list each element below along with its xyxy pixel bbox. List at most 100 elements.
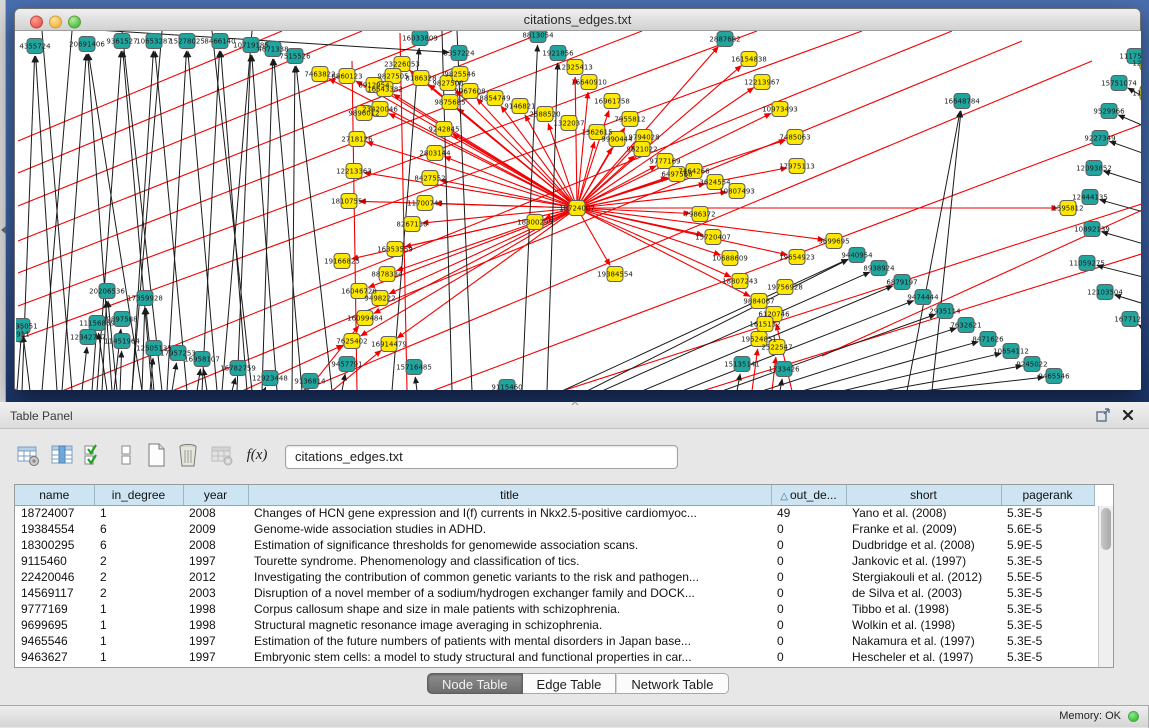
table-cell[interactable]: Structural magnetic resonance image aver… bbox=[248, 617, 771, 633]
table-cell[interactable]: 2012 bbox=[183, 569, 248, 585]
table-cell[interactable]: 2 bbox=[94, 553, 183, 569]
table-cell[interactable]: Disruption of a novel member of a sodium… bbox=[248, 585, 771, 601]
table-cell[interactable]: 5.3E-5 bbox=[1001, 553, 1094, 569]
table-row[interactable]: 946554611997Estimation of the future num… bbox=[15, 633, 1094, 649]
table-row[interactable]: 969969511998Structural magnetic resonanc… bbox=[15, 617, 1094, 633]
table-cell[interactable]: 1997 bbox=[183, 633, 248, 649]
memory-ok-indicator[interactable] bbox=[1128, 711, 1139, 722]
unselect-rows-button[interactable] bbox=[112, 441, 140, 469]
table-cell[interactable]: 6 bbox=[94, 521, 183, 537]
column-header-short[interactable]: short bbox=[846, 485, 1001, 505]
tab-edge-table[interactable]: Edge Table bbox=[523, 673, 617, 694]
table-cell[interactable]: 5.3E-5 bbox=[1001, 617, 1094, 633]
table-cell[interactable]: 9465546 bbox=[15, 633, 94, 649]
table-cell[interactable]: Hescheler et al. (1997) bbox=[846, 649, 1001, 665]
table-cell[interactable]: 5.6E-5 bbox=[1001, 521, 1094, 537]
table-cell[interactable]: Jankovic et al. (1997) bbox=[846, 553, 1001, 569]
panel-resize-handle-icon[interactable] bbox=[570, 401, 580, 407]
table-cell[interactable]: 1 bbox=[94, 617, 183, 633]
table-cell[interactable]: 0 bbox=[771, 617, 846, 633]
table-cell[interactable]: 18724007 bbox=[15, 505, 94, 521]
table-cell[interactable]: 0 bbox=[771, 633, 846, 649]
column-header-in-degree[interactable]: in_degree bbox=[94, 485, 183, 505]
table-row[interactable]: 911546021997Tourette syndrome. Phenomeno… bbox=[15, 553, 1094, 569]
table-cell[interactable]: 9699695 bbox=[15, 617, 94, 633]
function-builder-button[interactable]: f(x) bbox=[243, 441, 271, 469]
table-row[interactable]: 1830029562008Estimation of significance … bbox=[15, 537, 1094, 553]
table-cell[interactable]: 0 bbox=[771, 569, 846, 585]
table-cell[interactable]: Stergiakouli et al. (2012) bbox=[846, 569, 1001, 585]
table-settings-button[interactable] bbox=[14, 441, 42, 469]
table-cell[interactable]: 1 bbox=[94, 649, 183, 665]
table-cell[interactable]: 14569117 bbox=[15, 585, 94, 601]
select-all-rows-button[interactable] bbox=[80, 441, 108, 469]
table-cell[interactable]: Dudbridge et al. (2008) bbox=[846, 537, 1001, 553]
table-cell[interactable]: Estimation of the future numbers of pati… bbox=[248, 633, 771, 649]
table-cell[interactable]: de Silva et al. (2003) bbox=[846, 585, 1001, 601]
table-cell[interactable]: 2003 bbox=[183, 585, 248, 601]
table-row[interactable]: 1938455462009Genome-wide association stu… bbox=[15, 521, 1094, 537]
table-cell[interactable]: Embryonic stem cells: a model to study s… bbox=[248, 649, 771, 665]
table-cell[interactable]: 0 bbox=[771, 649, 846, 665]
table-selector-combobox[interactable]: citations_edges.txt bbox=[285, 445, 678, 469]
network-graph-svg[interactable]: 1872400718300295193845547463822886012389… bbox=[16, 31, 1141, 390]
table-cell[interactable]: 1997 bbox=[183, 649, 248, 665]
table-cell[interactable]: Tibbo et al. (1998) bbox=[846, 601, 1001, 617]
table-cell[interactable]: 2009 bbox=[183, 521, 248, 537]
window-titlebar[interactable]: citations_edges.txt bbox=[15, 9, 1140, 31]
network-canvas[interactable]: 1872400718300295193845547463822886012389… bbox=[16, 31, 1141, 390]
table-cell[interactable]: 9777169 bbox=[15, 601, 94, 617]
table-cell[interactable]: 6 bbox=[94, 537, 183, 553]
table-cell[interactable]: 5.3E-5 bbox=[1001, 649, 1094, 665]
table-cell[interactable]: Tourette syndrome. Phenomenology and cla… bbox=[248, 553, 771, 569]
table-cell[interactable]: 0 bbox=[771, 601, 846, 617]
table-cell[interactable]: 2 bbox=[94, 585, 183, 601]
table-cell[interactable]: 0 bbox=[771, 553, 846, 569]
column-header-year[interactable]: year bbox=[183, 485, 248, 505]
table-cell[interactable]: 0 bbox=[771, 521, 846, 537]
table-cell[interactable]: 22420046 bbox=[15, 569, 94, 585]
table-cell[interactable]: 1 bbox=[94, 601, 183, 617]
network-view-window[interactable]: citations_edges.txt 18724007183002951938… bbox=[14, 8, 1141, 390]
table-cell[interactable]: 0 bbox=[771, 585, 846, 601]
table-cell[interactable]: 1998 bbox=[183, 601, 248, 617]
column-header-title[interactable]: title bbox=[248, 485, 771, 505]
table-row[interactable]: 1456911722003Disruption of a novel membe… bbox=[15, 585, 1094, 601]
table-cell[interactable]: 1998 bbox=[183, 617, 248, 633]
column-header-pagerank[interactable]: pagerank bbox=[1001, 485, 1094, 505]
splitter-collapse-icon[interactable] bbox=[1, 226, 6, 234]
table-cell[interactable]: Estimation of significance thresholds fo… bbox=[248, 537, 771, 553]
table-cell[interactable]: 1997 bbox=[183, 553, 248, 569]
table-cell[interactable]: 2008 bbox=[183, 537, 248, 553]
close-panel-icon[interactable] bbox=[1121, 408, 1135, 422]
new-column-button[interactable] bbox=[142, 441, 170, 469]
table-cell[interactable]: Corpus callosum shape and size in male p… bbox=[248, 601, 771, 617]
table-cell[interactable]: 2008 bbox=[183, 505, 248, 521]
table-cell[interactable]: 18300295 bbox=[15, 537, 94, 553]
column-header-out-degree[interactable]: △out_de... bbox=[771, 485, 846, 505]
table-cell[interactable]: 1 bbox=[94, 505, 183, 521]
delete-table-button[interactable] bbox=[208, 441, 236, 469]
table-cell[interactable]: 49 bbox=[771, 505, 846, 521]
table-cell[interactable]: 0 bbox=[771, 537, 846, 553]
table-cell[interactable]: 5.3E-5 bbox=[1001, 505, 1094, 521]
table-cell[interactable]: Franke et al. (2009) bbox=[846, 521, 1001, 537]
table-cell[interactable]: 19384554 bbox=[15, 521, 94, 537]
tab-network-table[interactable]: Network Table bbox=[616, 673, 728, 694]
table-cell[interactable]: Nakamura et al. (1997) bbox=[846, 633, 1001, 649]
table-cell[interactable]: 5.3E-5 bbox=[1001, 601, 1094, 617]
table-cell[interactable]: 9115460 bbox=[15, 553, 94, 569]
table-cell[interactable]: 5.5E-5 bbox=[1001, 569, 1094, 585]
table-row[interactable]: 1872400712008Changes of HCN gene express… bbox=[15, 505, 1094, 521]
table-cell[interactable]: Yano et al. (2008) bbox=[846, 505, 1001, 521]
vertical-scrollbar[interactable] bbox=[1098, 506, 1113, 667]
scrollbar-thumb[interactable] bbox=[1101, 508, 1111, 550]
column-header-name[interactable]: name bbox=[15, 485, 94, 505]
table-panel-header[interactable]: Table Panel bbox=[0, 402, 1149, 429]
node-attribute-table[interactable]: name in_degree year title △out_de... sho… bbox=[14, 484, 1114, 668]
table-cell[interactable]: Wolkin et al. (1998) bbox=[846, 617, 1001, 633]
table-cell[interactable]: 5.3E-5 bbox=[1001, 585, 1094, 601]
left-splitter-strip[interactable] bbox=[0, 0, 6, 402]
table-cell[interactable]: Investigating the contribution of common… bbox=[248, 569, 771, 585]
table-cell[interactable]: Genome-wide association studies in ADHD. bbox=[248, 521, 771, 537]
